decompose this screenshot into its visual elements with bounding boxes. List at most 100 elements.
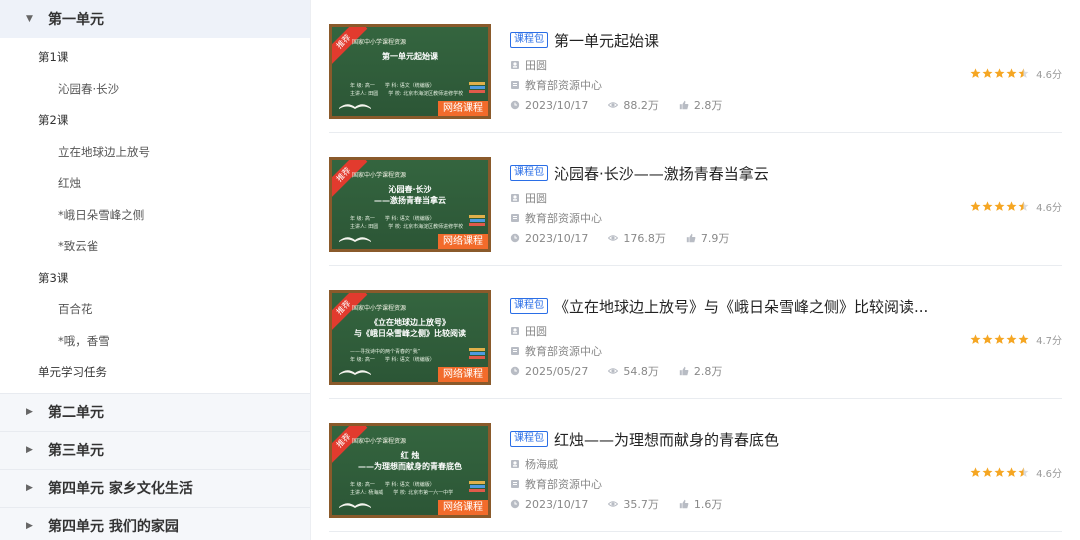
institution-icon: [511, 81, 519, 89]
thumb-title: 沁园春·长沙 ——激扬青春当拿云: [374, 185, 446, 205]
course-author: 田圆: [525, 59, 547, 72]
thumbs-up-icon: [679, 366, 689, 376]
thumb-title: 红 烛 ——为理想而献身的青春底色: [358, 451, 462, 471]
author-row: 杨海威: [510, 454, 950, 474]
author-row: 田圆: [510, 55, 950, 75]
star-icon: [994, 467, 1005, 477]
course-likes: 1.6万: [693, 498, 723, 511]
lesson-3[interactable]: 第3课: [0, 263, 310, 295]
course-author: 田圆: [525, 325, 547, 338]
source-row: 教育部资源中心: [510, 75, 950, 95]
author-row: 田圆: [510, 321, 950, 341]
course-likes: 2.8万: [693, 99, 723, 112]
course-card: 推荐 国家中小学课程资源 《立在地球边上放号》 与《峨日朵雪峰之侧》比较阅读 ——…: [329, 266, 1062, 399]
course-info: 课程包 第一单元起始课 田圆 教育部资源中心 2023/10/17 88.2万 …: [510, 30, 950, 115]
unit-4-header[interactable]: ▶ 第四单元 家乡文化生活: [0, 468, 310, 507]
thumb-subtitle: 年 级: 高一 学 科: 语文（统编版） 主讲人: 杨海威 学 校: 北京市第一六…: [350, 482, 454, 496]
rating-score: 4.6分: [1036, 469, 1062, 480]
thumb-subtitle: 年 级: 高一 学 科: 语文（统编版） 主讲人: 田圆 学 校: 北京市海淀区教…: [350, 216, 464, 230]
open-book-icon: [339, 503, 371, 508]
thumbs-up-icon: [679, 100, 689, 110]
course-thumbnail[interactable]: 推荐 国家中小学课程资源 第一单元起始课 年 级: 高一 学 科: 语文（统编版…: [329, 24, 491, 119]
course-source: 教育部资源中心: [525, 212, 602, 225]
star-icon: [970, 467, 981, 477]
star-icon: [1006, 201, 1017, 211]
star-icon: [982, 201, 993, 211]
package-badge: 课程包: [510, 431, 548, 447]
institution-icon: [511, 214, 519, 222]
course-source: 教育部资源中心: [525, 345, 602, 358]
unit-label: 第四单元 家乡文化生活: [48, 481, 193, 497]
books-icon: [469, 215, 485, 226]
open-book-icon: [339, 104, 371, 109]
rating-score: 4.6分: [1036, 70, 1062, 81]
books-icon: [469, 348, 485, 359]
eye-icon: [608, 368, 619, 374]
thumbs-up-icon: [679, 499, 689, 509]
clock-icon: [510, 499, 520, 509]
lesson-item[interactable]: 立在地球边上放号: [0, 137, 310, 169]
chevron-right-icon: ▶: [26, 407, 33, 417]
course-info: 课程包 《立在地球边上放号》与《峨日朵雪峰之侧》比较阅读... 田圆 教育部资源…: [510, 296, 950, 381]
thumb-header: 国家中小学课程资源: [352, 438, 407, 445]
institution-icon: [511, 347, 519, 355]
course-rating: 4.6分: [970, 66, 1062, 81]
thumb-header: 国家中小学课程资源: [352, 305, 407, 312]
thumb-header: 国家中小学课程资源: [352, 39, 407, 46]
star-icon: [970, 334, 981, 344]
course-title[interactable]: 红烛——为理想而献身的青春底色: [554, 429, 779, 450]
eye-icon: [608, 102, 619, 108]
star-icon: [1006, 467, 1017, 477]
lesson-2[interactable]: 第2课: [0, 105, 310, 137]
unit-task[interactable]: 单元学习任务: [0, 357, 310, 389]
lesson-item[interactable]: *哦，香雪: [0, 326, 310, 358]
unit-label: 第二单元: [48, 405, 104, 421]
course-likes: 2.8万: [693, 365, 723, 378]
course-thumbnail[interactable]: 推荐 国家中小学课程资源 沁园春·长沙 ——激扬青春当拿云 年 级: 高一 学 科…: [329, 157, 491, 252]
stats-row: 2025/05/27 54.8万 2.8万: [510, 361, 950, 381]
course-thumbnail[interactable]: 推荐 国家中小学课程资源 红 烛 ——为理想而献身的青春底色 年 级: 高一 学 …: [329, 423, 491, 518]
course-date: 2023/10/17: [525, 98, 589, 112]
thumbs-up-icon: [686, 233, 696, 243]
star-icon: [1018, 334, 1029, 344]
course-date: 2023/10/17: [525, 231, 589, 245]
course-date: 2025/05/27: [525, 364, 589, 378]
course-author: 田圆: [525, 192, 547, 205]
clock-icon: [510, 100, 520, 110]
lesson-1[interactable]: 第1课: [0, 42, 310, 74]
course-title[interactable]: 第一单元起始课: [554, 30, 659, 51]
rating-score: 4.6分: [1036, 203, 1062, 214]
unit-3-header[interactable]: ▶ 第三单元: [0, 430, 310, 469]
course-views: 88.2万: [623, 99, 659, 112]
star-icon: [1006, 334, 1017, 344]
teacher-icon: [511, 327, 519, 335]
course-rating: 4.7分: [970, 332, 1062, 347]
page: ▼ 第一单元 第1课 沁园春·长沙 第2课 立在地球边上放号 红烛 *峨日朵雪峰…: [0, 0, 1080, 540]
course-type-tag: 网络课程: [438, 234, 488, 249]
course-rating: 4.6分: [970, 199, 1062, 214]
course-title[interactable]: 沁园春·长沙——激扬青春当拿云: [554, 163, 769, 184]
star-icon: [1006, 68, 1017, 78]
open-book-icon: [339, 237, 371, 242]
course-title[interactable]: 《立在地球边上放号》与《峨日朵雪峰之侧》比较阅读...: [554, 296, 928, 317]
stats-row: 2023/10/17 35.7万 1.6万: [510, 494, 950, 514]
star-icon: [970, 68, 981, 78]
lesson-item[interactable]: 沁园春·长沙: [0, 74, 310, 106]
lesson-item[interactable]: 百合花: [0, 294, 310, 326]
unit-5-header[interactable]: ▶ 第四单元 我们的家园: [0, 506, 310, 540]
sidebar: ▼ 第一单元 第1课 沁园春·长沙 第2课 立在地球边上放号 红烛 *峨日朵雪峰…: [0, 0, 311, 540]
lesson-item[interactable]: *致云雀: [0, 231, 310, 263]
course-views: 176.8万: [623, 232, 666, 245]
lesson-item[interactable]: 红烛: [0, 168, 310, 200]
package-badge: 课程包: [510, 32, 548, 48]
unit-2-header[interactable]: ▶ 第二单元: [0, 392, 310, 431]
teacher-icon: [511, 460, 519, 468]
lesson-item[interactable]: *峨日朵雪峰之侧: [0, 200, 310, 232]
unit-label: 第一单元: [48, 12, 104, 28]
package-badge: 课程包: [510, 298, 548, 314]
course-author: 杨海威: [525, 458, 558, 471]
course-type-tag: 网络课程: [438, 101, 488, 116]
course-thumbnail[interactable]: 推荐 国家中小学课程资源 《立在地球边上放号》 与《峨日朵雪峰之侧》比较阅读 ——…: [329, 290, 491, 385]
stats-row: 2023/10/17 88.2万 2.8万: [510, 95, 950, 115]
unit-1-header[interactable]: ▼ 第一单元: [0, 0, 310, 38]
